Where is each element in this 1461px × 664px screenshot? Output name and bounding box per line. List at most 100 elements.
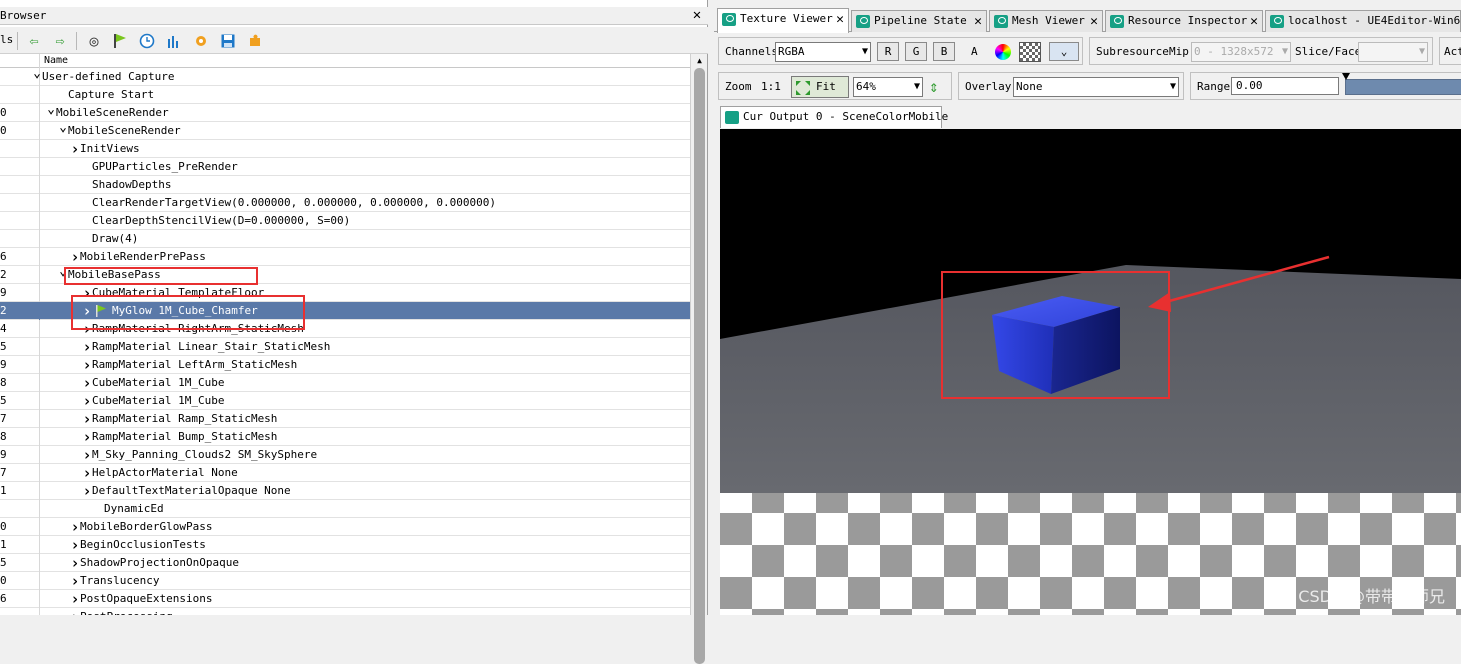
bookmark-gear-icon[interactable]: [191, 31, 211, 51]
chevron-right-icon[interactable]: ›: [82, 446, 92, 464]
tree-row[interactable]: Capture Start: [0, 86, 690, 104]
chevron-right-icon[interactable]: ›: [82, 374, 92, 392]
tree-row[interactable]: 7 › HelpActorMaterial None: [0, 464, 690, 482]
tree-row[interactable]: 9 › RampMaterial LeftArm_StaticMesh: [0, 356, 690, 374]
chevron-right-icon[interactable]: ›: [82, 356, 92, 374]
tree-row[interactable]: DynamicEd: [0, 500, 690, 518]
chevron-right-icon[interactable]: ›: [82, 464, 92, 482]
tree-row[interactable]: 5 › CubeMaterial 1M_Cube: [0, 392, 690, 410]
flip-vertical-icon[interactable]: ⇕: [929, 77, 939, 96]
checkerboard-icon[interactable]: [1019, 42, 1041, 62]
tab-localhost[interactable]: localhost - UE4Editor-Win64-Debug: [1265, 10, 1461, 32]
tree-row[interactable]: 6 › PostOpaqueExtensions: [0, 590, 690, 608]
range-histogram-slider[interactable]: [1345, 79, 1461, 95]
tree-row[interactable]: 9 › M_Sky_Panning_Clouds2 SM_SkySphere: [0, 446, 690, 464]
clock-icon[interactable]: [137, 31, 157, 51]
tree-row[interactable]: Draw(4): [0, 230, 690, 248]
chevron-right-icon[interactable]: ›: [82, 428, 92, 446]
tree-row[interactable]: 5 › RampMaterial Linear_Stair_StaticMesh: [0, 338, 690, 356]
channel-options-button[interactable]: ⌄: [1049, 42, 1079, 61]
tree-row[interactable]: 0 › MobileBorderGlowPass: [0, 518, 690, 536]
tree-row[interactable]: 6 › MobileRenderPrePass: [0, 248, 690, 266]
tree-row[interactable]: 4 › RampMaterial RightArm_StaticMesh: [0, 320, 690, 338]
chevron-right-icon[interactable]: ›: [70, 248, 80, 266]
chevron-right-icon[interactable]: ›: [70, 536, 80, 554]
name-column-header[interactable]: Name: [44, 54, 68, 68]
green-channel-button[interactable]: G: [905, 42, 927, 61]
tree-row[interactable]: ClearDepthStencilView(D=0.000000, S=00): [0, 212, 690, 230]
view-tab-output[interactable]: Cur Output 0 - SceneColorMobile: [720, 106, 948, 128]
vertical-scrollbar[interactable]: ▲: [690, 54, 708, 664]
chevron-right-icon[interactable]: ›: [70, 554, 80, 572]
tree-row[interactable]: 1 › BeginOcclusionTests: [0, 536, 690, 554]
chevron-down-icon[interactable]: ⌄: [58, 265, 68, 284]
tree-row[interactable]: 0 › Translucency: [0, 572, 690, 590]
tree-row[interactable]: › InitViews: [0, 140, 690, 158]
color-wheel-icon[interactable]: [995, 44, 1011, 60]
red-channel-button[interactable]: R: [877, 42, 899, 61]
tab-texture-viewer[interactable]: Texture Viewer ✕: [717, 8, 849, 33]
tree-row[interactable]: 2 ⌄ MobileBasePass: [0, 265, 690, 284]
tree-row[interactable]: 8 › RampMaterial Bump_StaticMesh: [0, 428, 690, 446]
blue-channel-button[interactable]: B: [933, 42, 955, 61]
timeline-bars-icon[interactable]: [164, 31, 184, 51]
chevron-right-icon[interactable]: ›: [82, 302, 92, 320]
range-min-input[interactable]: 0.00: [1231, 77, 1339, 95]
tree-row[interactable]: 1 › DefaultTextMaterialOpaque None: [0, 482, 690, 500]
zoom-1to1-button[interactable]: 1:1: [761, 80, 781, 94]
binoculars-icon[interactable]: ◎: [84, 31, 104, 51]
close-icon[interactable]: ✕: [1250, 11, 1258, 32]
chevron-right-icon[interactable]: ›: [70, 572, 80, 590]
chevron-down-icon[interactable]: ⌄: [32, 68, 42, 86]
chevron-right-icon[interactable]: ›: [70, 140, 80, 158]
chevron-right-icon[interactable]: ›: [82, 392, 92, 410]
chevron-right-icon[interactable]: ›: [82, 482, 92, 500]
chevron-right-icon[interactable]: ›: [70, 590, 80, 608]
flag-icon[interactable]: [110, 31, 130, 51]
zoom-select[interactable]: 64% ▼: [853, 77, 923, 97]
tree-row[interactable]: 8 › CubeMaterial 1M_Cube: [0, 374, 690, 392]
forward-arrow-icon[interactable]: ⇨: [50, 31, 70, 51]
tab-mesh-viewer[interactable]: Mesh Viewer ✕: [989, 10, 1103, 32]
chevron-right-icon[interactable]: ›: [82, 284, 92, 302]
save-icon[interactable]: [218, 31, 238, 51]
close-icon[interactable]: ✕: [974, 11, 982, 32]
tree-row[interactable]: 0 ⌄ MobileSceneRender: [0, 121, 690, 140]
actions-label[interactable]: Act: [1444, 45, 1461, 59]
chevron-right-icon[interactable]: ›: [70, 518, 80, 536]
chevron-right-icon[interactable]: ›: [82, 338, 92, 356]
close-icon[interactable]: ✕: [836, 9, 844, 30]
scroll-up-icon[interactable]: ▲: [691, 54, 708, 68]
eid-column-header[interactable]: [0, 54, 40, 68]
tree-row[interactable]: GPUParticles_PreRender: [0, 158, 690, 176]
texture-viewport[interactable]: CSDN @带带大师兄: [720, 129, 1461, 615]
channels-select[interactable]: RGBA ▼: [775, 42, 871, 62]
tree-row[interactable]: 9 › CubeMaterial TemplateFloor: [0, 284, 690, 302]
close-icon[interactable]: ✕: [690, 8, 704, 22]
back-arrow-icon[interactable]: ⇦: [24, 31, 44, 51]
fit-button[interactable]: Fit: [791, 76, 849, 98]
range-marker-icon[interactable]: [1342, 73, 1350, 80]
puzzle-icon[interactable]: [245, 31, 265, 51]
alpha-channel-toggle[interactable]: A: [971, 45, 978, 59]
tree-row[interactable]: ClearRenderTargetView(0.000000, 0.000000…: [0, 194, 690, 212]
tab-resource-inspector[interactable]: Resource Inspector ✕: [1105, 10, 1263, 32]
chevron-right-icon[interactable]: ›: [82, 320, 92, 338]
tree-row[interactable]: ›PostProcessing: [0, 608, 690, 615]
tree-row[interactable]: ⌄ User-defined Capture: [0, 68, 690, 86]
tree-row[interactable]: 2 › MyGlow 1M_Cube_Chamfer: [0, 302, 690, 320]
close-icon[interactable]: ✕: [1090, 11, 1098, 32]
chevron-down-icon[interactable]: ⌄: [58, 121, 68, 140]
tab-pipeline-state[interactable]: Pipeline State ✕: [851, 10, 987, 32]
tree-row[interactable]: 7 › RampMaterial Ramp_StaticMesh: [0, 410, 690, 428]
chevron-right-icon[interactable]: ›: [70, 608, 80, 615]
chevron-right-icon[interactable]: ›: [82, 410, 92, 428]
slice-face-select[interactable]: ▼: [1358, 42, 1428, 62]
scroll-thumb[interactable]: [694, 68, 705, 664]
tree-row[interactable]: 0 ⌄ MobileSceneRender: [0, 103, 690, 122]
tree-row[interactable]: 5 › ShadowProjectionOnOpaque: [0, 554, 690, 572]
overlay-select[interactable]: None ▼: [1013, 77, 1179, 97]
mip-select[interactable]: 0 - 1328x572 ▼: [1191, 42, 1291, 62]
chevron-down-icon[interactable]: ⌄: [46, 103, 56, 122]
tree-row[interactable]: ShadowDepths: [0, 176, 690, 194]
